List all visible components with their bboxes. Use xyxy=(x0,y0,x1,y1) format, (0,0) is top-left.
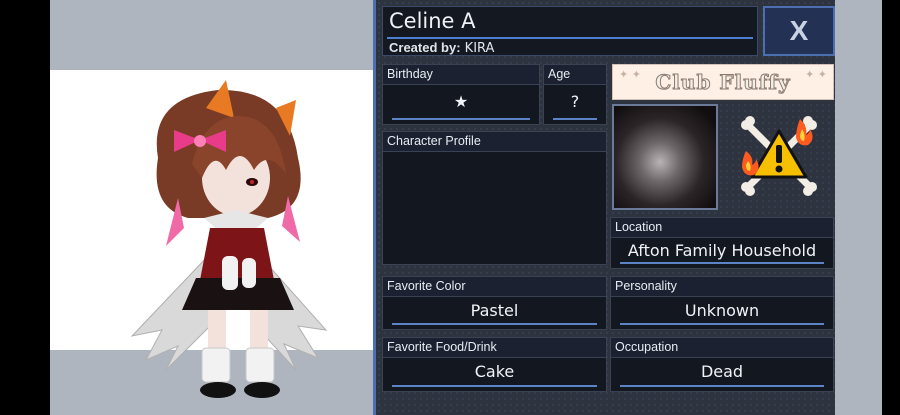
age-field: Age ? xyxy=(543,64,607,125)
character-illustration xyxy=(130,80,328,398)
character-profile-label: Character Profile xyxy=(383,132,606,152)
favorite-color-underline xyxy=(392,323,597,325)
birthday-underline xyxy=(392,118,530,120)
personality-value: Unknown xyxy=(684,300,760,320)
close-button[interactable]: X xyxy=(763,6,835,56)
occupation-underline xyxy=(620,385,824,387)
name-underline xyxy=(387,37,753,39)
favorite-color-label: Favorite Color xyxy=(383,277,606,297)
birthday-label: Birthday xyxy=(383,65,539,85)
created-by: Created by: KIRA xyxy=(389,40,494,56)
banner-stars-right: ✦ ✦ xyxy=(805,68,827,81)
right-side-strip xyxy=(835,0,882,415)
favorite-food-underline xyxy=(392,385,597,387)
created-by-label: Created by: xyxy=(389,40,461,55)
banner-stars-left: ✦ ✦ xyxy=(619,68,641,81)
favorite-food-label: Favorite Food/Drink xyxy=(383,338,606,358)
name-header: Celine A Created by: KIRA xyxy=(382,6,758,56)
location-field: Location Afton Family Household xyxy=(610,217,834,269)
location-underline xyxy=(620,262,824,264)
occupation-label: Occupation xyxy=(611,338,833,358)
favorite-color-field: Favorite Color Pastel xyxy=(382,276,607,330)
personality-underline xyxy=(620,323,824,325)
creator-name: KIRA xyxy=(464,41,495,56)
age-underline xyxy=(553,118,597,120)
favorite-food-field: Favorite Food/Drink Cake xyxy=(382,337,607,392)
character-profile-text xyxy=(383,152,606,258)
favorite-food-value: Cake xyxy=(474,362,515,381)
personality-label: Personality xyxy=(611,277,833,297)
profile-panel: Celine A Created by: KIRA X Birthday ★ A… xyxy=(373,0,835,415)
favorite-color-value: Pastel xyxy=(470,300,519,320)
club-fluffy-banner: ✦ ✦ Club Fluffy ✦ ✦ xyxy=(612,64,834,100)
birthday-field: Birthday ★ xyxy=(382,64,540,125)
star-icon: ★ xyxy=(453,92,469,111)
age-label: Age xyxy=(544,65,606,85)
personality-field: Personality Unknown xyxy=(610,276,834,330)
location-value: Afton Family Household xyxy=(627,240,817,260)
character-photo xyxy=(612,104,718,210)
close-icon: X xyxy=(789,15,809,46)
character-profile-field: Character Profile xyxy=(382,131,607,265)
occupation-value: Dead xyxy=(700,362,744,381)
location-label: Location xyxy=(611,218,833,238)
warning-fire-bones-icon xyxy=(741,116,817,196)
age-value: ? xyxy=(570,92,580,111)
banner-text: Club Fluffy xyxy=(655,70,791,95)
character-name: Celine A xyxy=(389,9,476,33)
occupation-field: Occupation Dead xyxy=(610,337,834,392)
